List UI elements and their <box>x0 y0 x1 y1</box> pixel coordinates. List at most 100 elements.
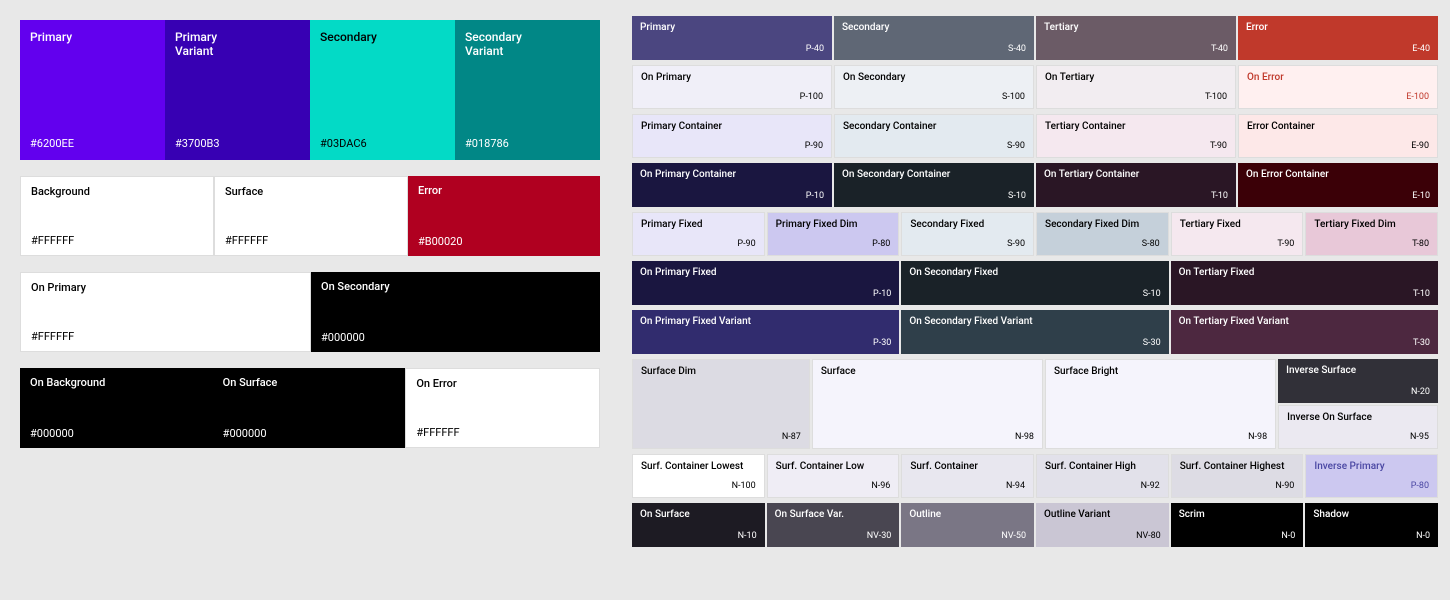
grid-row-8: Surface Dim N-87 Surface N-98 Surface Br… <box>632 359 1438 449</box>
cell-on-secondary-container-code: S-10 <box>1008 191 1026 201</box>
cell-on-primary-container-label: On Primary Container <box>640 169 824 181</box>
cell-surf-container-lowest-label: Surf. Container Lowest <box>641 461 756 473</box>
on-primary-swatch: On Primary #FFFFFF <box>20 272 311 352</box>
cell-outline-variant-label: Outline Variant <box>1044 509 1161 521</box>
cell-inverse-primary-label: Inverse Primary <box>1314 461 1429 473</box>
cell-on-secondary-fixed-variant-code: S-30 <box>1143 338 1161 348</box>
on-error-hex: #FFFFFF <box>416 426 589 439</box>
cell-surf-container-highest: Surf. Container Highest N-90 <box>1171 454 1304 498</box>
cell-on-error-label: On Error <box>1247 72 1429 84</box>
cell-primary-fixed-dim-label: Primary Fixed Dim <box>776 219 891 231</box>
on-background-swatch: On Background #000000 <box>20 368 213 448</box>
cell-primary-container: Primary Container P-90 <box>632 114 832 158</box>
cell-error-container: Error Container E-90 <box>1238 114 1438 158</box>
on-error-swatch: On Error #FFFFFF <box>405 368 600 448</box>
cell-surf-container-highest-code: N-90 <box>1275 481 1294 491</box>
cell-error: Error E-40 <box>1238 16 1438 60</box>
background-row: Background #FFFFFF Surface #FFFFFF Error… <box>20 176 600 256</box>
cell-on-primary: On Primary P-100 <box>632 65 832 109</box>
cell-secondary-fixed-dim-label: Secondary Fixed Dim <box>1045 219 1160 231</box>
background-label: Background <box>31 185 203 198</box>
cell-surf-container-label: Surf. Container <box>910 461 1025 473</box>
cell-surf-container-low-label: Surf. Container Low <box>776 461 891 473</box>
cell-inverse-primary-code: P-80 <box>1411 481 1429 491</box>
cell-on-secondary-fixed-label: On Secondary Fixed <box>909 267 1160 279</box>
cell-scrim-label: Scrim <box>1179 509 1296 521</box>
cell-outline-code: NV-50 <box>1001 531 1026 541</box>
cell-on-tertiary-fixed-label: On Tertiary Fixed <box>1179 267 1430 279</box>
grid-row-2: On Primary P-100 On Secondary S-100 On T… <box>632 65 1438 109</box>
cell-secondary-fixed-label: Secondary Fixed <box>910 219 1025 231</box>
cell-surface-code: N-98 <box>1015 432 1034 442</box>
cell-on-error-container: On Error Container E-10 <box>1238 163 1438 207</box>
cell-on-surface-code: N-10 <box>738 531 757 541</box>
cell-inverse-surface: Inverse Surface N-20 <box>1278 359 1438 403</box>
cell-tertiary-container: Tertiary Container T-90 <box>1036 114 1236 158</box>
grid-row-10: On Surface N-10 On Surface Var. NV-30 Ou… <box>632 503 1438 547</box>
cell-on-error-code: E-100 <box>1406 92 1429 102</box>
grid-row-3: Primary Container P-90 Secondary Contain… <box>632 114 1438 158</box>
on-primary-hex: #FFFFFF <box>31 330 300 343</box>
cell-on-primary-label: On Primary <box>641 72 823 84</box>
cell-primary-container-label: Primary Container <box>641 121 823 133</box>
cell-tertiary-container-code: T-90 <box>1210 141 1227 151</box>
cell-tertiary-fixed-dim: Tertiary Fixed Dim T-80 <box>1305 212 1438 256</box>
cell-on-secondary-fixed-code: S-10 <box>1143 289 1161 299</box>
cell-primary-fixed-dim-code: P-80 <box>872 239 890 249</box>
cell-surf-container-lowest: Surf. Container Lowest N-100 <box>632 454 765 498</box>
error-hex: #B00020 <box>418 235 590 248</box>
cell-shadow-code: N-0 <box>1416 531 1430 541</box>
cell-primary-fixed: Primary Fixed P-90 <box>632 212 765 256</box>
cell-outline: Outline NV-50 <box>901 503 1034 547</box>
right-panel: Primary P-40 Secondary S-40 Tertiary T-4… <box>620 0 1450 600</box>
background-swatch: Background #FFFFFF <box>20 176 214 256</box>
secondary-variant-hex: #018786 <box>465 137 590 150</box>
error-label: Error <box>418 184 590 197</box>
cell-on-tertiary-fixed-variant-code: T-30 <box>1413 338 1430 348</box>
cell-on-error: On Error E-100 <box>1238 65 1438 109</box>
cell-on-surface-var-code: NV-30 <box>867 531 892 541</box>
on-error-label: On Error <box>416 377 589 390</box>
cell-secondary-container-code: S-90 <box>1007 141 1025 151</box>
cell-on-tertiary-code: T-100 <box>1205 92 1227 102</box>
cell-on-primary-fixed: On Primary Fixed P-10 <box>632 261 899 305</box>
cell-on-primary-container-code: P-10 <box>806 191 824 201</box>
cell-primary: Primary P-40 <box>632 16 832 60</box>
primary-variant-hex: #3700B3 <box>175 137 300 150</box>
cell-on-secondary-fixed-variant: On Secondary Fixed Variant S-30 <box>901 310 1168 354</box>
cell-on-surface-label: On Surface <box>640 509 757 521</box>
cell-on-primary-fixed-variant: On Primary Fixed Variant P-30 <box>632 310 899 354</box>
cell-inverse-on-surface: Inverse On Surface N-95 <box>1278 405 1438 449</box>
cell-surf-container-high: Surf. Container High N-92 <box>1036 454 1169 498</box>
on-secondary-label: On Secondary <box>321 280 590 293</box>
cell-outline-variant-code: NV-80 <box>1136 531 1161 541</box>
cell-surf-container: Surf. Container N-94 <box>901 454 1034 498</box>
cell-surf-container-code: N-94 <box>1006 481 1025 491</box>
cell-on-tertiary-fixed-variant: On Tertiary Fixed Variant T-30 <box>1171 310 1438 354</box>
on-background-hex: #000000 <box>30 427 203 440</box>
cell-on-tertiary-container: On Tertiary Container T-10 <box>1036 163 1236 207</box>
grid-row-9: Surf. Container Lowest N-100 Surf. Conta… <box>632 454 1438 498</box>
cell-shadow: Shadow N-0 <box>1305 503 1438 547</box>
cell-on-surface-var: On Surface Var. NV-30 <box>767 503 900 547</box>
cell-surf-container-lowest-code: N-100 <box>732 481 756 491</box>
background-hex: #FFFFFF <box>31 234 203 247</box>
secondary-label: Secondary <box>320 30 445 44</box>
on-surface-hex: #000000 <box>223 427 396 440</box>
cell-on-surface: On Surface N-10 <box>632 503 765 547</box>
cell-surface-dim: Surface Dim N-87 <box>632 359 810 449</box>
cell-on-tertiary-fixed: On Tertiary Fixed T-10 <box>1171 261 1438 305</box>
cell-on-secondary: On Secondary S-100 <box>834 65 1034 109</box>
surface-swatch: Surface #FFFFFF <box>214 176 408 256</box>
left-panel: Primary #6200EE PrimaryVariant #3700B3 S… <box>0 0 620 600</box>
cell-secondary-container: Secondary Container S-90 <box>834 114 1034 158</box>
cell-secondary-fixed-dim-code: S-80 <box>1142 239 1160 249</box>
cell-tertiary: Tertiary T-40 <box>1036 16 1236 60</box>
cell-primary-fixed-code: P-90 <box>737 239 755 249</box>
on-primary-label: On Primary <box>31 281 300 294</box>
cell-on-primary-fixed-variant-code: P-30 <box>873 338 891 348</box>
cell-surf-container-high-code: N-92 <box>1141 481 1160 491</box>
cell-shadow-label: Shadow <box>1313 509 1430 521</box>
cell-inverse-on-surface-code: N-95 <box>1410 432 1429 442</box>
surface-label: Surface <box>225 185 397 198</box>
